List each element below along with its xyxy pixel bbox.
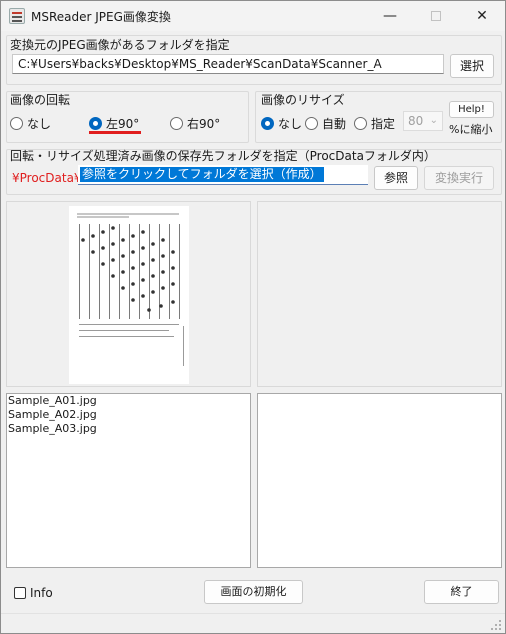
rotation-left90-radio[interactable]: 左90° [89, 115, 139, 132]
chevron-down-icon: ⌄ [429, 115, 438, 126]
radio-checked-icon [89, 117, 102, 130]
rotation-right90-label: 右90° [187, 117, 221, 131]
close-button[interactable]: ✕ [459, 1, 505, 31]
maximize-icon [431, 11, 441, 21]
app-window: MSReader JPEG画像変換 — ✕ 変換元のJPEG画像があるフォルダを… [0, 0, 506, 634]
help-button[interactable]: Help! [449, 101, 494, 118]
rotation-label: 画像の回転 [10, 93, 71, 107]
resize-unit-label: %に縮小 [449, 123, 493, 136]
resize-custom-radio[interactable]: 指定 [354, 115, 395, 132]
resize-none-radio[interactable]: なし [261, 115, 302, 132]
window-title: MSReader JPEG画像変換 [31, 10, 171, 24]
rotation-none-label: なし [27, 117, 52, 131]
selection-underline [89, 131, 141, 134]
radio-icon [170, 117, 183, 130]
result-preview-panel [257, 201, 502, 387]
resize-grip-icon[interactable] [491, 620, 501, 630]
resize-label: 画像のリサイズ [261, 93, 345, 107]
rotation-left90-label: 左90° [106, 117, 140, 131]
status-bar [1, 613, 505, 633]
convert-button: 変換実行 [424, 166, 494, 190]
list-item[interactable]: Sample_A03.jpg [7, 422, 250, 436]
minimize-icon: — [383, 8, 397, 24]
reset-button[interactable]: 画面の初期化 [204, 580, 303, 604]
checkbox-icon [14, 587, 26, 599]
close-icon: ✕ [476, 8, 488, 24]
result-file-list[interactable] [257, 393, 502, 568]
radio-icon [305, 117, 318, 130]
radio-checked-icon [261, 117, 274, 130]
radio-icon [10, 117, 23, 130]
app-icon [9, 8, 25, 24]
source-label: 変換元のJPEG画像があるフォルダを指定 [10, 38, 230, 52]
procdata-prefix: ¥ProcData¥ [12, 171, 82, 185]
output-folder-field[interactable]: 参照をクリックしてフォルダを選択（作成） [78, 165, 368, 185]
resize-size-value: 80 [408, 114, 424, 128]
resize-size-select: 80 ⌄ [403, 111, 443, 131]
info-checkbox-label: Info [30, 586, 53, 600]
scan-thumbnail [69, 206, 189, 384]
browse-button[interactable]: 参照 [374, 166, 418, 190]
list-item[interactable]: Sample_A01.jpg [7, 394, 250, 408]
list-item[interactable]: Sample_A02.jpg [7, 408, 250, 422]
resize-auto-label: 自動 [322, 117, 347, 131]
minimize-button[interactable]: — [367, 1, 413, 31]
source-path-field[interactable]: C:¥Users¥backs¥Desktop¥MS_Reader¥ScanDat… [12, 54, 444, 74]
source-file-list[interactable]: Sample_A01.jpg Sample_A02.jpg Sample_A03… [6, 393, 251, 568]
maximize-button [413, 1, 459, 31]
resize-auto-radio[interactable]: 自動 [305, 115, 346, 132]
rotation-none-radio[interactable]: なし [10, 115, 51, 132]
info-checkbox[interactable]: Info [14, 586, 53, 600]
resize-none-label: なし [278, 117, 303, 131]
radio-icon [354, 117, 367, 130]
rotation-right90-radio[interactable]: 右90° [170, 115, 220, 132]
exit-button[interactable]: 終了 [424, 580, 499, 604]
output-folder-text: 参照をクリックしてフォルダを選択（作成） [80, 167, 324, 182]
resize-custom-label: 指定 [371, 117, 396, 131]
title-bar: MSReader JPEG画像変換 — ✕ [1, 1, 505, 31]
output-label: 回転・リサイズ処理済み画像の保存先フォルダを指定（ProcDataフォルダ内） [10, 149, 436, 163]
select-button[interactable]: 選択 [450, 54, 494, 78]
source-preview-panel [6, 201, 251, 387]
